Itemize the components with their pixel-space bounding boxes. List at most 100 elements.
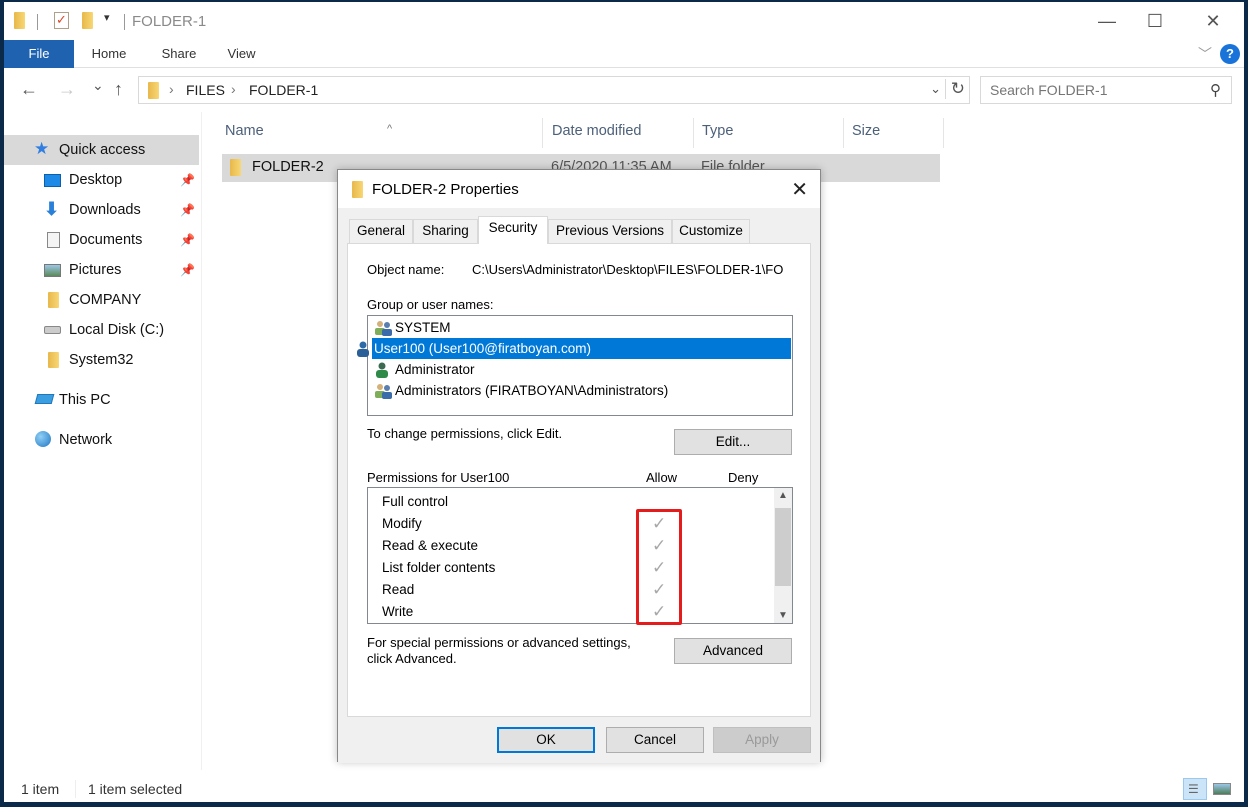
window-title: FOLDER-1 — [132, 13, 207, 30]
pin-icon[interactable]: 📌 — [180, 195, 195, 225]
breadcrumb-folder-1[interactable]: FOLDER-1 — [249, 82, 318, 98]
user-name: Administrators (FIRATBOYAN\Administrator… — [395, 383, 669, 398]
divider — [75, 780, 76, 798]
minimize-button[interactable]: — — [1084, 6, 1130, 36]
advanced-button[interactable]: Advanced — [674, 638, 792, 664]
user-name: Administrator — [395, 362, 475, 377]
navigation-bar: ← → ⌄ ↑ › FILES › FOLDER-1 ⌄ ↻ ⚲ — [4, 69, 1244, 111]
search-icon[interactable]: ⚲ — [1210, 81, 1221, 99]
user-row-administrators[interactable]: Administrators (FIRATBOYAN\Administrator… — [372, 380, 791, 401]
sidebar-item-desktop[interactable]: Desktop 📌 — [4, 165, 199, 195]
permission-name: Full control — [382, 494, 449, 509]
address-bar[interactable]: › FILES › FOLDER-1 ⌄ ↻ — [138, 76, 970, 104]
sidebar-item-this-pc[interactable]: This PC — [4, 385, 199, 415]
user-row-system[interactable]: SYSTEM — [372, 317, 791, 338]
permission-row-read-execute: Read & execute ✓ — [382, 535, 772, 557]
object-name-label: Object name: — [367, 262, 445, 277]
user-name: User100 (User100@firatboyan.com) — [374, 341, 592, 356]
sidebar-item-pictures[interactable]: Pictures 📌 — [4, 255, 199, 285]
sidebar-item-label: Local Disk (C:) — [69, 322, 165, 338]
permission-name: List folder contents — [382, 560, 496, 575]
item-count: 1 item — [21, 781, 60, 797]
user-row-administrator[interactable]: Administrator — [372, 359, 791, 380]
pin-icon[interactable]: 📌 — [180, 165, 195, 195]
pictures-icon — [44, 264, 61, 277]
drive-icon — [44, 326, 61, 334]
desktop-icon — [44, 174, 61, 187]
close-button[interactable]: ✕ — [1190, 6, 1236, 36]
search-box[interactable]: ⚲ — [980, 76, 1232, 104]
column-header-date[interactable]: Date modified — [544, 118, 694, 148]
advanced-text-line2: click Advanced. — [367, 651, 457, 666]
permissions-list[interactable]: Full control Modify ✓ Read & execute ✓ L… — [367, 487, 793, 624]
sidebar-item-label: Desktop — [69, 172, 123, 188]
customize-toolbar-icon[interactable]: ▾ — [104, 11, 110, 24]
permission-row-list-folder: List folder contents ✓ — [382, 557, 772, 579]
sidebar-item-downloads[interactable]: ⬇ Downloads 📌 — [4, 195, 199, 225]
forward-button[interactable]: → — [58, 79, 76, 100]
sidebar-item-label: Quick access — [59, 142, 146, 158]
permission-name: Write — [382, 604, 414, 619]
scroll-down-icon[interactable]: ▼ — [774, 610, 792, 621]
tab-security[interactable]: Security — [478, 216, 548, 244]
details-view-button[interactable]: ☰ — [1183, 778, 1207, 800]
sidebar-item-company[interactable]: COMPANY — [4, 285, 199, 315]
scroll-up-icon[interactable]: ▲ — [774, 490, 792, 501]
refresh-icon[interactable]: ↻ — [944, 79, 965, 99]
maximize-button[interactable]: ☐ — [1132, 6, 1178, 36]
computer-icon — [34, 394, 55, 404]
large-icons-view-button[interactable] — [1210, 778, 1234, 800]
star-icon: ★ — [34, 139, 50, 158]
expand-ribbon-icon[interactable]: ﹀ — [1198, 44, 1212, 64]
change-permissions-text: To change permissions, click Edit. — [367, 426, 563, 441]
deny-header: Deny — [728, 470, 759, 485]
permissions-scrollbar[interactable]: ▲ ▼ — [774, 488, 792, 623]
user-icon — [355, 341, 373, 357]
sidebar-item-label: COMPANY — [69, 292, 142, 308]
sidebar-item-label: This PC — [59, 392, 111, 408]
divider — [37, 14, 38, 30]
tab-previous-versions[interactable]: Previous Versions — [548, 219, 672, 243]
advanced-text-line1: For special permissions or advanced sett… — [367, 635, 631, 650]
sidebar-item-quick-access[interactable]: ★ Quick access — [4, 135, 199, 165]
column-header-size[interactable]: Size — [844, 118, 944, 148]
breadcrumb-separator[interactable]: › — [231, 81, 236, 97]
cancel-button[interactable]: Cancel — [606, 727, 704, 753]
group-icon — [374, 320, 392, 336]
apply-button[interactable]: Apply — [713, 727, 811, 753]
back-button[interactable]: ← — [20, 79, 38, 100]
tab-home[interactable]: Home — [84, 40, 134, 68]
tab-customize[interactable]: Customize — [672, 219, 750, 243]
tab-file[interactable]: File — [4, 40, 74, 68]
dialog-close-button[interactable]: ✕ — [791, 177, 808, 202]
tab-view[interactable]: View — [219, 40, 264, 68]
allow-header: Allow — [646, 470, 678, 485]
new-folder-icon[interactable] — [82, 12, 93, 29]
up-button[interactable]: ↑ — [114, 79, 123, 100]
tab-sharing[interactable]: Sharing — [413, 219, 478, 243]
scroll-thumb[interactable] — [775, 508, 791, 586]
help-icon[interactable]: ? — [1220, 44, 1240, 64]
allow-column-highlight — [636, 509, 682, 625]
dialog-title: FOLDER-2 Properties — [372, 181, 519, 198]
breadcrumb-files[interactable]: FILES — [186, 82, 225, 98]
recent-locations-button[interactable]: ⌄ — [92, 77, 104, 94]
users-listbox[interactable]: SYSTEM User100 (User100@firatboyan.com) … — [357, 315, 793, 416]
edit-button[interactable]: Edit... — [674, 429, 792, 455]
sidebar-item-local-disk[interactable]: Local Disk (C:) — [4, 315, 199, 345]
sidebar-item-system32[interactable]: System32 — [4, 345, 199, 375]
ok-button[interactable]: OK — [497, 727, 595, 753]
pin-icon[interactable]: 📌 — [180, 225, 195, 255]
breadcrumb-separator[interactable]: › — [169, 81, 174, 97]
sidebar-item-network[interactable]: Network — [4, 425, 199, 455]
properties-icon[interactable]: ✓ — [54, 12, 69, 29]
sidebar-item-documents[interactable]: Documents 📌 — [4, 225, 199, 255]
column-header-type[interactable]: Type — [694, 118, 844, 148]
pin-icon[interactable]: 📌 — [180, 255, 195, 285]
tab-general[interactable]: General — [349, 219, 413, 243]
user-row-user100[interactable]: User100 (User100@firatboyan.com) — [357, 338, 791, 359]
tab-share[interactable]: Share — [154, 40, 204, 68]
address-dropdown-icon[interactable]: ⌄ — [930, 81, 941, 97]
column-header-name[interactable]: Name ^ — [217, 118, 543, 148]
search-input[interactable] — [981, 77, 1181, 103]
